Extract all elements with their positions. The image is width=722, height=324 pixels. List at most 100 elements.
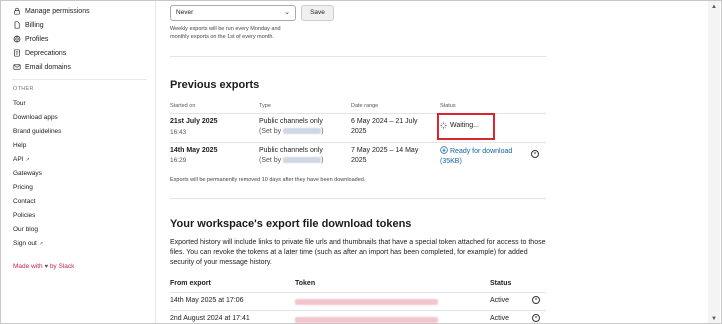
sidebar-link-download-apps[interactable]: Download apps bbox=[13, 114, 58, 121]
export-time: 16:43 bbox=[170, 129, 187, 136]
sidebar-item-profiles[interactable]: Profiles bbox=[12, 33, 48, 45]
save-button[interactable]: Save bbox=[301, 5, 334, 21]
export-schedule-select[interactable]: Never ⌄ bbox=[170, 5, 296, 21]
redacted-token[interactable] bbox=[295, 299, 438, 305]
status-waiting: Waiting... bbox=[440, 122, 479, 129]
sidebar-item-label: Manage permissions bbox=[25, 7, 90, 15]
set-by: (Set by ) bbox=[259, 156, 323, 166]
vertical-scrollbar[interactable]: ▲ ▼ bbox=[708, 1, 720, 323]
set-by: (Set by ) bbox=[259, 127, 323, 137]
scroll-down-arrow-icon[interactable]: ▼ bbox=[710, 315, 718, 323]
sidebar-link-label: Our blog bbox=[13, 226, 38, 233]
tokens-description: Exported history will include links to p… bbox=[170, 239, 546, 266]
date-range-line: 7 May 2025 – 14 May bbox=[351, 147, 419, 154]
removal-note: Exports will be permanently removed 10 d… bbox=[170, 177, 366, 183]
token-status: Active bbox=[490, 315, 510, 322]
file-icon bbox=[12, 21, 21, 30]
sidebar-link-api[interactable]: API ↗ bbox=[13, 156, 30, 163]
column-header-type: Type bbox=[259, 103, 271, 109]
download-label: Ready for download bbox=[450, 148, 513, 155]
redacted-token[interactable] bbox=[295, 317, 438, 323]
schedule-note-line: monthly exports on the 1st of every mont… bbox=[170, 34, 274, 40]
token-from-export: 2nd August 2024 at 17:41 bbox=[170, 315, 250, 322]
status-label: Waiting... bbox=[450, 122, 479, 129]
revoke-token-button[interactable]: × bbox=[532, 314, 540, 322]
export-date-range: 7 May 2025 – 14 May 2025 bbox=[351, 146, 441, 166]
sidebar-divider bbox=[12, 79, 147, 80]
delete-export-button[interactable]: × bbox=[531, 150, 539, 158]
sidebar-item-deprecations[interactable]: Deprecations bbox=[12, 47, 66, 59]
schedule-note: Weekly exports will be run every Monday … bbox=[170, 25, 350, 41]
external-link-icon: ↗ bbox=[38, 241, 44, 247]
sidebar-link-label: Sign out bbox=[13, 240, 37, 247]
column-header-status: Status bbox=[440, 103, 456, 109]
schedule-note-line: Weekly exports will be run every Monday … bbox=[170, 26, 281, 32]
spinner-icon bbox=[440, 122, 447, 129]
cloud-download-icon bbox=[440, 146, 448, 154]
column-header-token: Token bbox=[295, 280, 316, 287]
sidebar-link-pricing[interactable]: Pricing bbox=[13, 184, 33, 191]
column-header-token-status: Status bbox=[490, 280, 512, 287]
sidebar: Manage permissions Billing Profiles Depr… bbox=[2, 1, 152, 323]
sidebar-item-label: Email domains bbox=[25, 63, 71, 71]
sidebar-item-label: Deprecations bbox=[25, 49, 67, 57]
sidebar-link-label: Contact bbox=[13, 198, 36, 205]
sidebar-link-label: Download apps bbox=[13, 114, 58, 121]
sidebar-link-brand-guidelines[interactable]: Brand guidelines bbox=[13, 128, 61, 135]
revoke-token-button[interactable]: × bbox=[532, 296, 540, 304]
sidebar-link-sign-out[interactable]: Sign out ↗ bbox=[13, 240, 43, 247]
sidebar-item-billing[interactable]: Billing bbox=[12, 19, 44, 31]
set-by-prefix: (Set by bbox=[259, 157, 282, 164]
browser-frame: Manage permissions Billing Profiles Depr… bbox=[0, 0, 722, 324]
sidebar-link-label: Help bbox=[13, 142, 27, 149]
download-size: (35KB) bbox=[440, 158, 462, 165]
date-range-line: 2025 bbox=[351, 128, 367, 135]
sidebar-link-label: Brand guidelines bbox=[13, 128, 62, 135]
sidebar-item-label: Profiles bbox=[25, 35, 49, 43]
sidebar-link-gateways[interactable]: Gateways bbox=[13, 170, 42, 177]
sidebar-link-policies[interactable]: Policies bbox=[13, 212, 35, 219]
export-type-label: Public channels only bbox=[259, 147, 323, 154]
tokens-title: Your workspace's export file download to… bbox=[170, 218, 412, 230]
sidebar-link-label: Pricing bbox=[13, 184, 33, 191]
sidebar-link-label: API bbox=[13, 156, 24, 163]
export-date-range: 6 May 2024 – 21 July 2025 bbox=[351, 117, 441, 137]
column-header-from-export: From export bbox=[170, 280, 211, 287]
sidebar-link-label: Gateways bbox=[13, 170, 42, 177]
export-date: 21st July 2025 bbox=[170, 118, 218, 125]
document-icon bbox=[12, 49, 21, 58]
token-from-export: 14th May 2025 at 17:06 bbox=[170, 297, 244, 304]
sidebar-link-help[interactable]: Help bbox=[13, 142, 26, 149]
table-row-divider bbox=[170, 310, 546, 311]
chevron-down-icon: ⌄ bbox=[284, 9, 290, 16]
column-header-started-on: Started on bbox=[170, 103, 196, 109]
sidebar-link-our-blog[interactable]: Our blog bbox=[13, 226, 38, 233]
set-by-prefix: (Set by bbox=[259, 128, 282, 135]
set-by-suffix: ) bbox=[321, 128, 324, 135]
table-row-divider bbox=[170, 142, 546, 143]
column-header-date-range: Date range bbox=[351, 103, 379, 109]
redacted-user-name[interactable] bbox=[283, 128, 322, 135]
token-status: Active bbox=[490, 297, 510, 304]
select-value: Never bbox=[176, 9, 194, 16]
heart-icon: ♥ bbox=[44, 264, 48, 270]
date-range-line: 2025 bbox=[351, 157, 367, 164]
section-divider bbox=[170, 198, 546, 199]
table-row-divider bbox=[170, 292, 546, 293]
main-panel: Never ⌄ Save Weekly exports will be run … bbox=[155, 1, 709, 323]
made-with-suffix: by Slack bbox=[49, 263, 75, 270]
ready-for-download-link[interactable]: Ready for download (35KB) bbox=[440, 146, 512, 167]
sidebar-link-contact[interactable]: Contact bbox=[13, 198, 35, 205]
export-date: 14th May 2025 bbox=[170, 147, 218, 154]
sidebar-item-manage-permissions[interactable]: Manage permissions bbox=[12, 5, 90, 17]
sidebar-item-email-domains[interactable]: Email domains bbox=[12, 61, 71, 73]
sidebar-link-label: Tour bbox=[13, 100, 26, 107]
export-type: Public channels only (Set by ) bbox=[259, 117, 323, 137]
made-with-prefix: Made with bbox=[13, 263, 43, 270]
section-divider bbox=[170, 56, 546, 57]
redacted-user-name[interactable] bbox=[283, 157, 322, 164]
sidebar-item-label: Billing bbox=[25, 21, 44, 29]
sidebar-link-tour[interactable]: Tour bbox=[13, 100, 26, 107]
scroll-up-arrow-icon[interactable]: ▲ bbox=[710, 3, 718, 11]
external-link-icon: ↗ bbox=[25, 157, 30, 163]
